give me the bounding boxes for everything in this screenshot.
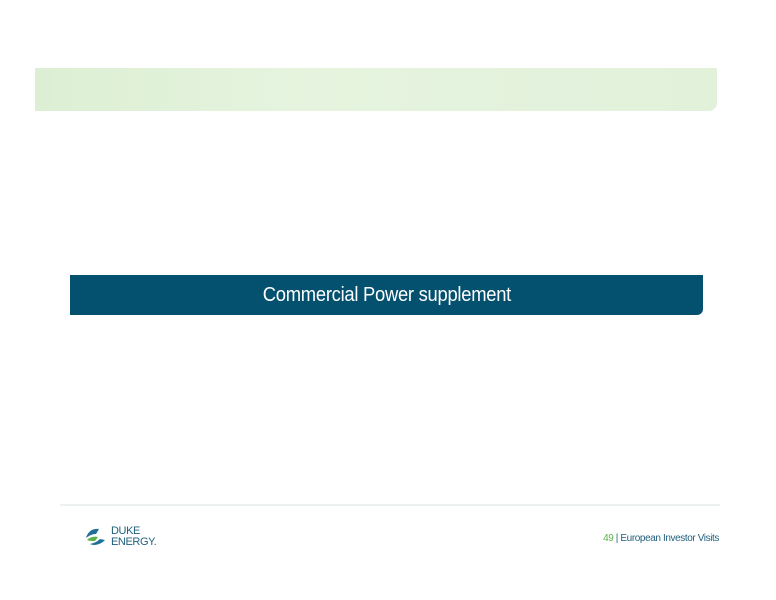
logo-line-2: ENERGY.	[111, 536, 157, 548]
section-title: Commercial Power supplement	[262, 283, 511, 306]
footer-divider	[60, 504, 720, 506]
duke-energy-logo: DUKE ENERGY.	[84, 524, 164, 550]
footer-caption: 49 | European Investor Visits	[603, 533, 719, 544]
page-number: 49	[603, 533, 614, 544]
footer-caption-text: European Investor Visits	[620, 533, 719, 544]
logo-wordmark: DUKE ENERGY.	[111, 526, 157, 548]
footer-separator: |	[615, 533, 619, 544]
section-title-bar: Commercial Power supplement	[70, 275, 703, 315]
duke-energy-logo-icon	[86, 528, 105, 545]
header-band	[35, 68, 717, 111]
